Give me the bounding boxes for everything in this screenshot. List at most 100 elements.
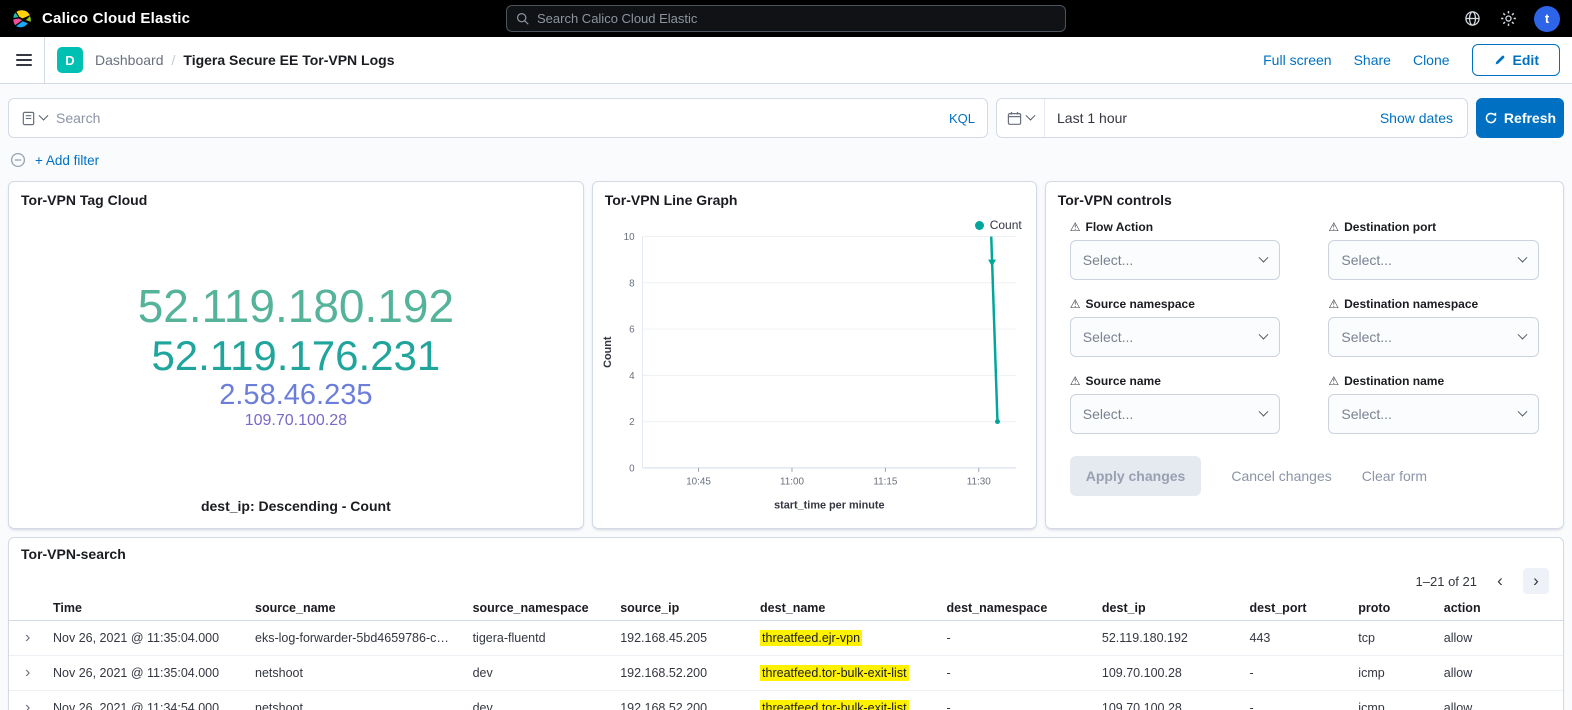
breadcrumb-current: Tigera Secure EE Tor-VPN Logs [183,52,394,68]
controls-grid: ⚠Flow ActionSelect...⚠Destination portSe… [1046,212,1563,434]
share-button[interactable]: Share [1354,52,1391,68]
time-range-value[interactable]: Last 1 hour [1045,110,1380,126]
edit-pencil-icon [1493,53,1507,67]
tag-cloud-panel: Tor-VPN Tag Cloud 52.119.180.19252.119.1… [8,181,584,529]
column-header-dest-namespace[interactable]: dest_namespace [939,596,1094,621]
expand-row-icon[interactable]: › [25,664,30,681]
kql-search-box[interactable]: KQL [8,98,988,138]
warning-icon: ⚠ [1070,298,1081,310]
show-dates-button[interactable]: Show dates [1380,110,1467,126]
chart-area: 024681010:4511:0011:1511:30Countstart_ti… [593,212,1036,528]
warning-icon: ⚠ [1328,221,1339,233]
dashboard-grid: Tor-VPN Tag Cloud 52.119.180.19252.119.1… [0,171,1572,529]
select-flow-action[interactable]: Select... [1070,240,1281,280]
controls-actions: Apply changes Cancel changes Clear form [1046,434,1563,518]
line-graph-panel: Tor-VPN Line Graph Count 024681010:4511:… [592,181,1037,529]
select-source-namespace[interactable]: Select... [1070,317,1281,357]
tag-cloud-caption: dest_ip: Descending - Count [9,498,583,528]
chevron-down-icon [1259,329,1269,339]
column-header-dest-ip[interactable]: dest_ip [1094,596,1242,621]
panel-title: Tor-VPN controls [1046,182,1563,212]
tag-cloud-term[interactable]: 52.119.180.192 [138,281,454,333]
gear-icon[interactable] [1498,9,1518,29]
tag-cloud-term[interactable]: 109.70.100.28 [245,412,347,430]
column-header-source-name[interactable]: source_name [247,596,465,621]
warning-icon: ⚠ [1328,375,1339,387]
table-row: ›Nov 26, 2021 @ 11:34:54.000netshootdev1… [9,691,1563,710]
expand-row-icon[interactable]: › [25,699,30,710]
control-label-destination-namespace: ⚠Destination namespace [1328,297,1539,311]
dashboard-badge[interactable]: D [57,47,83,73]
chevron-down-icon [1518,406,1528,416]
kql-syntax-button[interactable]: KQL [949,111,975,126]
legend-dot [975,221,984,230]
tag-cloud-term[interactable]: 2.58.46.235 [219,379,372,411]
expand-column-header [9,596,45,621]
svg-text:2: 2 [629,417,635,428]
calendar-icon[interactable] [997,99,1045,137]
chevron-down-icon [39,110,49,120]
refresh-button[interactable]: Refresh [1476,98,1564,138]
apply-changes-button[interactable]: Apply changes [1070,456,1202,496]
chevron-down-icon [1259,252,1269,262]
clear-form-button[interactable]: Clear form [1362,468,1427,484]
select-destination-port[interactable]: Select... [1328,240,1539,280]
controls-panel: Tor-VPN controls ⚠Flow ActionSelect...⚠D… [1045,181,1564,529]
svg-text:8: 8 [629,278,635,289]
breadcrumb: Dashboard / Tigera Secure EE Tor-VPN Log… [95,52,394,68]
tag-cloud-term[interactable]: 52.119.176.231 [151,332,440,379]
menu-icon[interactable] [12,37,45,83]
dashboard-header-bar: D Dashboard / Tigera Secure EE Tor-VPN L… [0,37,1572,84]
full-screen-button[interactable]: Full screen [1263,52,1331,68]
table-header-row: Timesource_namesource_namespacesource_ip… [9,596,1563,621]
svg-text:11:00: 11:00 [780,477,804,488]
saved-query-icon[interactable] [21,111,47,126]
prev-page-icon[interactable]: ‹ [1487,568,1513,594]
table-row: ›Nov 26, 2021 @ 11:35:04.000netshootdev1… [9,656,1563,691]
pagination-range: 1–21 of 21 [1416,574,1477,589]
svg-text:4: 4 [629,371,635,382]
query-bar: KQL Last 1 hour Show dates Refresh [0,84,1572,138]
svg-text:Count: Count [602,336,614,368]
column-header-proto[interactable]: proto [1350,596,1435,621]
chevron-down-icon [1026,110,1036,120]
user-avatar[interactable]: t [1534,6,1560,32]
query-input[interactable] [56,110,940,126]
add-filter-button[interactable]: + Add filter [35,153,99,168]
warning-icon: ⚠ [1070,221,1081,233]
tag-cloud: 52.119.180.19252.119.176.2312.58.46.2351… [9,212,583,498]
select-source-name[interactable]: Select... [1070,394,1281,434]
select-destination-namespace[interactable]: Select... [1328,317,1539,357]
global-search-input[interactable] [537,11,1056,26]
next-page-icon[interactable]: › [1523,568,1549,594]
clone-button[interactable]: Clone [1413,52,1450,68]
table-body: ›Nov 26, 2021 @ 11:35:04.000eks-log-forw… [9,621,1563,710]
chevron-down-icon [1259,406,1269,416]
table-row: ›Nov 26, 2021 @ 11:35:04.000eks-log-forw… [9,621,1563,656]
elastic-logo [12,9,32,29]
svg-text:start_time per minute: start_time per minute [774,499,884,511]
chart-legend[interactable]: Count [975,218,1022,232]
column-header-source-namespace[interactable]: source_namespace [465,596,613,621]
filter-bar: + Add filter [0,138,1572,171]
search-icon [516,12,530,26]
column-header-action[interactable]: action [1436,596,1563,621]
refresh-icon [1484,111,1498,125]
globe-icon[interactable] [1462,9,1482,29]
breadcrumb-dashboard[interactable]: Dashboard [95,52,164,68]
chevron-down-icon [1518,329,1528,339]
highlighted-value: threatfeed.ejr-vpn [760,630,862,646]
expand-row-icon[interactable]: › [25,629,30,646]
cancel-changes-button[interactable]: Cancel changes [1231,468,1331,484]
filters-menu-icon[interactable] [10,152,26,168]
edit-button[interactable]: Edit [1472,44,1560,76]
column-header-source-ip[interactable]: source_ip [612,596,752,621]
time-range-picker[interactable]: Last 1 hour Show dates [996,98,1468,138]
global-search[interactable] [506,5,1066,32]
select-destination-name[interactable]: Select... [1328,394,1539,434]
panel-title: Tor-VPN-search [9,538,1563,566]
column-header-time[interactable]: Time [45,596,247,621]
app-title: Calico Cloud Elastic [42,10,190,27]
column-header-dest-name[interactable]: dest_name [752,596,938,621]
column-header-dest-port[interactable]: dest_port [1242,596,1351,621]
